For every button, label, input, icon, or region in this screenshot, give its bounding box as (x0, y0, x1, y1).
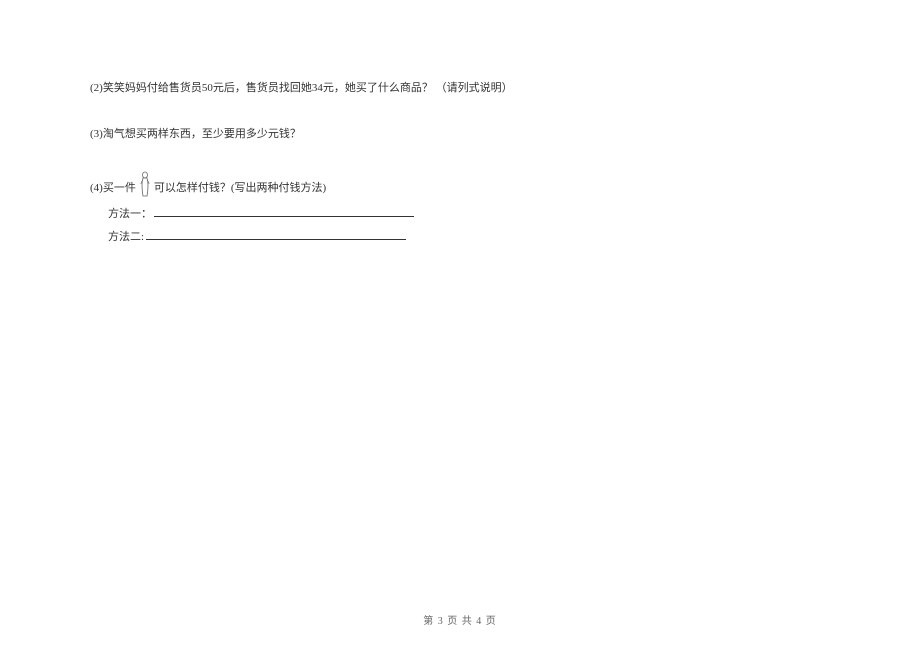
method-2-blank (146, 228, 406, 240)
question-4-suffix: 可以怎样付钱？(写出两种付钱方法) (154, 180, 326, 198)
question-4-prefix: (4)买一件 (90, 180, 136, 198)
method-2-label: 方法二: (108, 229, 144, 247)
method-2-line: 方法二: (108, 228, 830, 247)
question-4: (4)买一件 可以怎样付钱？(写出两种付钱方法) (90, 171, 830, 197)
question-3-text: (3)淘气想买两样东西，至少要用多少元钱？ (90, 128, 301, 140)
clothing-icon (138, 171, 152, 197)
question-2: (2)笑笑妈妈付给售货员50元后，售货员找回她34元，她买了什么商品？ （请列式… (90, 80, 830, 98)
question-3: (3)淘气想买两样东西，至少要用多少元钱？ (90, 126, 830, 144)
question-2-text: (2)笑笑妈妈付给售货员50元后，售货员找回她34元，她买了什么商品？ （请列式… (90, 82, 513, 94)
page-number: 第 3 页 共 4 页 (423, 616, 497, 627)
method-1-label: 方法一： (108, 206, 152, 224)
page-footer: 第 3 页 共 4 页 (0, 614, 920, 630)
method-1-blank (154, 205, 414, 217)
method-1-line: 方法一： (108, 205, 830, 224)
